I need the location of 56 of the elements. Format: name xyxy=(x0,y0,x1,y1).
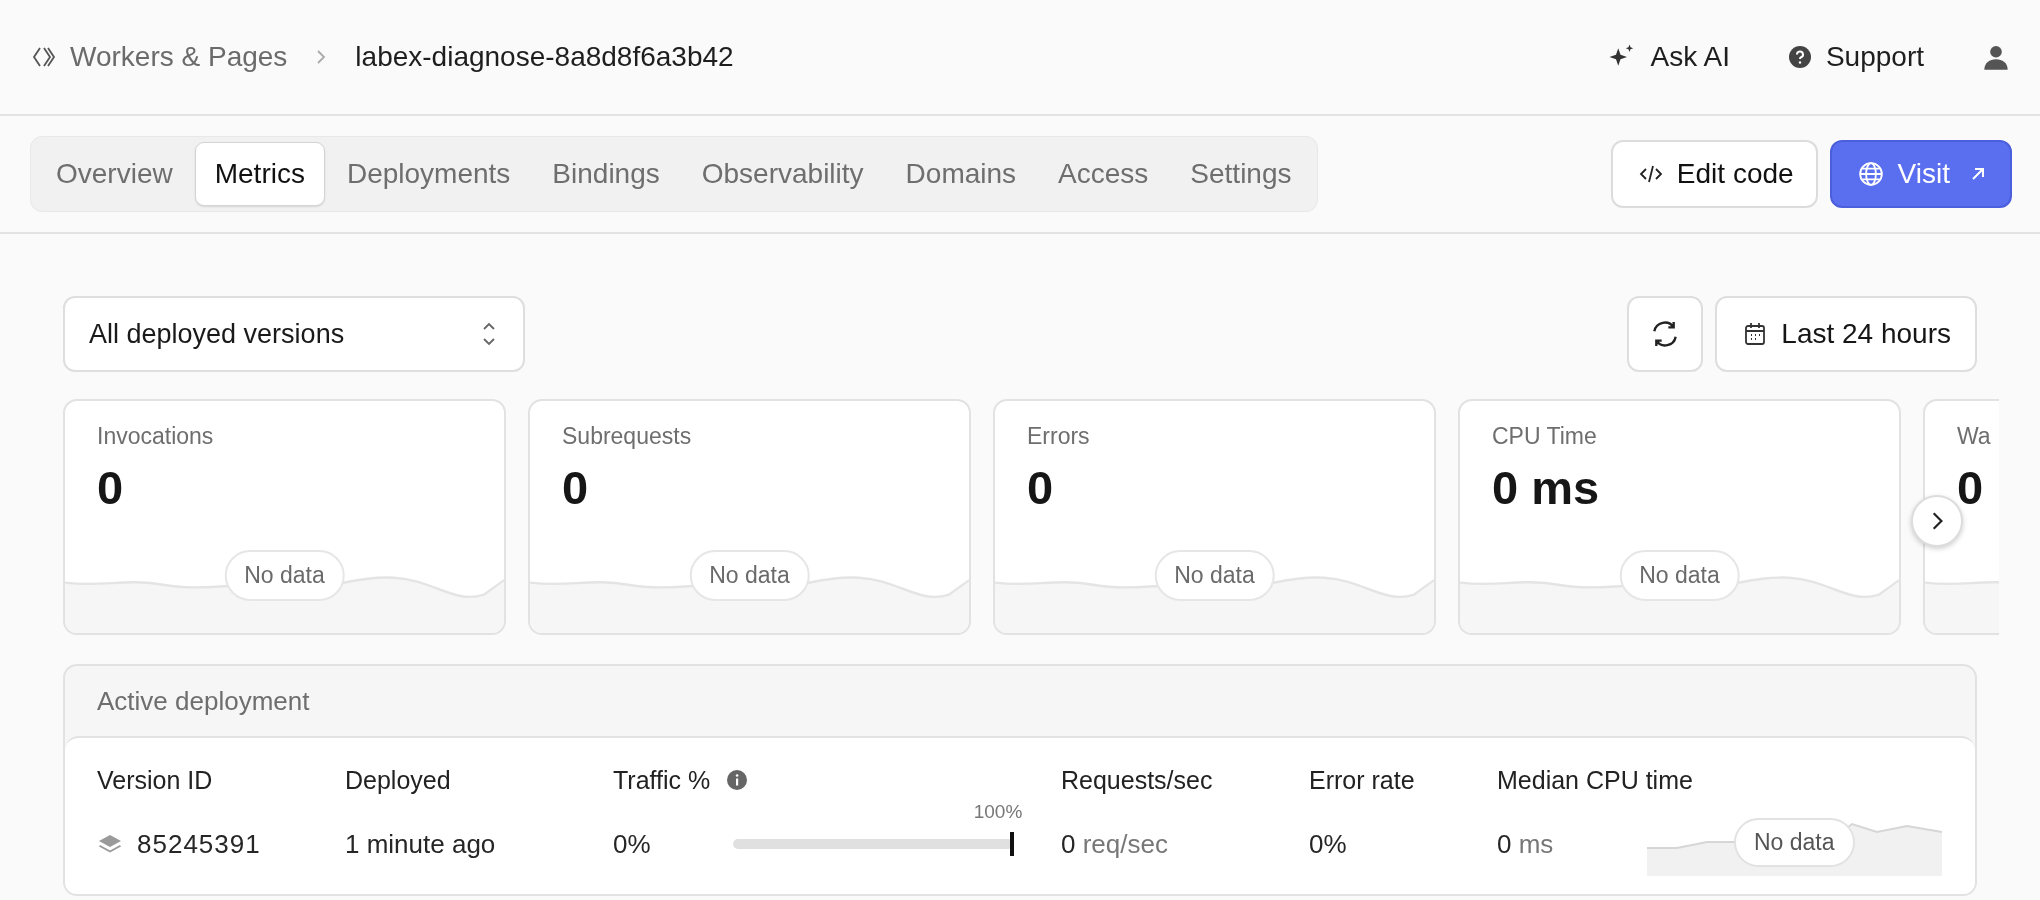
breadcrumb-link[interactable]: Workers & Pages xyxy=(70,41,288,73)
ask-ai-link[interactable]: Ask AI xyxy=(1606,41,1730,73)
breadcrumb-current: labex-diagnose-8a8d8f6a3b42 xyxy=(355,41,734,73)
no-data-label: No data xyxy=(1619,550,1740,601)
globe-icon xyxy=(1857,161,1884,187)
no-data-label: No data xyxy=(1734,818,1855,867)
visit-button[interactable]: Visit xyxy=(1829,140,2012,208)
metric-value: 0 xyxy=(562,460,590,515)
column-header: Traffic % xyxy=(613,765,711,795)
metric-title: Wa xyxy=(1957,423,1992,450)
traffic-bar-label: 100% xyxy=(973,801,1023,823)
column-header: Median CPU time xyxy=(1497,765,1693,795)
metric-title: Invocations xyxy=(97,423,215,450)
edit-code-button[interactable]: Edit code xyxy=(1610,140,1818,208)
calendar-icon xyxy=(1743,321,1768,347)
column-header: Version ID xyxy=(97,765,213,795)
visit-label: Visit xyxy=(1897,158,1950,190)
tab[interactable]: Overview xyxy=(36,142,193,206)
traffic-value: 0% xyxy=(613,828,651,860)
metric-value: 0 ms xyxy=(1492,460,1601,515)
version-select-value: All deployed versions xyxy=(89,318,345,350)
refresh-button[interactable] xyxy=(1627,296,1704,372)
layers-icon xyxy=(97,833,123,855)
version-id: 85245391 xyxy=(137,828,261,860)
no-data-label: No data xyxy=(224,550,345,601)
metric-title: CPU Time xyxy=(1492,423,1598,450)
account-button[interactable] xyxy=(1982,43,2010,71)
panel-title: Active deployment xyxy=(96,684,311,718)
tab[interactable]: Metrics xyxy=(194,142,325,206)
deployed-time: 1 minute ago xyxy=(345,828,497,860)
tab[interactable]: Deployments xyxy=(326,142,531,206)
error-rate-value: 0% xyxy=(1309,828,1348,860)
tab[interactable]: Settings xyxy=(1170,142,1312,206)
column-header: Error rate xyxy=(1309,765,1415,795)
metric-value: 0 xyxy=(97,460,125,515)
tab[interactable]: Observability xyxy=(681,142,884,206)
tab[interactable]: Access xyxy=(1038,142,1169,206)
tab[interactable]: Bindings xyxy=(532,142,680,206)
time-range-button[interactable]: Last 24 hours xyxy=(1715,296,1977,372)
help-icon xyxy=(1787,45,1812,69)
info-icon xyxy=(726,769,749,791)
requests-value: 0 req/sec xyxy=(1061,828,1169,860)
version-select[interactable]: All deployed versions xyxy=(63,296,525,372)
metric-value: 0 xyxy=(1027,460,1055,515)
metric-title: Subrequests xyxy=(562,423,693,450)
no-data-label: No data xyxy=(689,550,810,601)
cpu-time-value: 0 ms xyxy=(1497,828,1555,860)
workers-icon xyxy=(32,45,56,69)
user-icon xyxy=(1982,43,2010,71)
column-header: Requests/sec xyxy=(1061,765,1213,795)
metric-title: Errors xyxy=(1027,423,1091,450)
support-link[interactable]: Support xyxy=(1787,41,1924,73)
no-data-label: No data xyxy=(1154,550,1275,601)
column-header: Deployed xyxy=(345,765,451,795)
tab[interactable]: Domains xyxy=(885,142,1037,206)
metric-value: 0 xyxy=(1957,460,1985,515)
